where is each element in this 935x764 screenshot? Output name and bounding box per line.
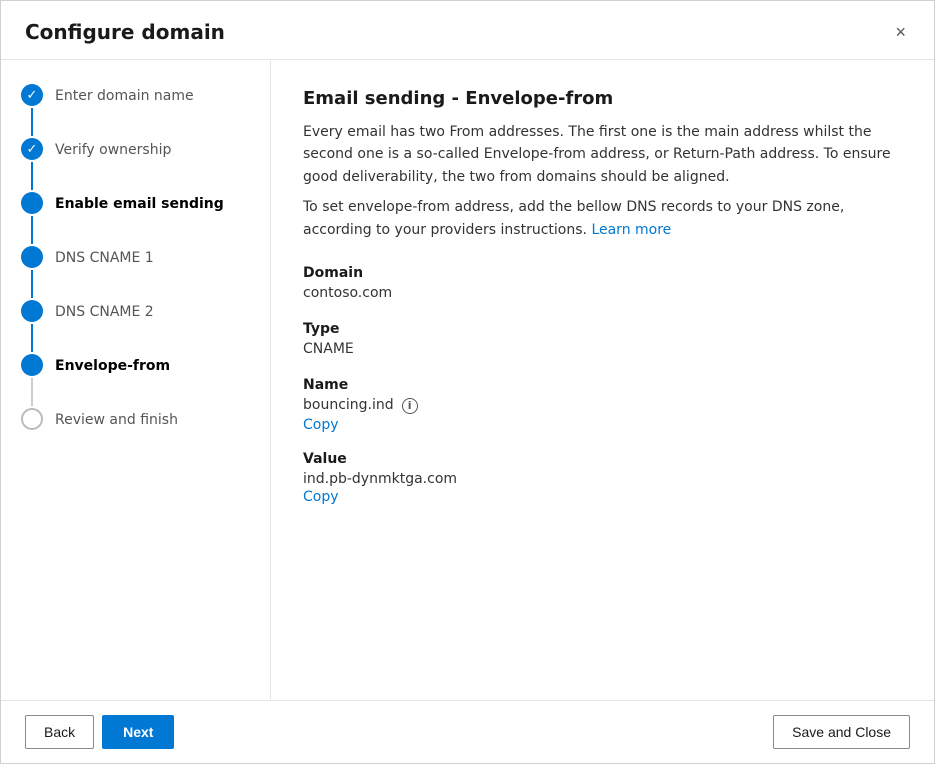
sidebar: ✓ Enter domain name ✓ Verify ownership [1,60,271,700]
step-indicator-review-finish [21,408,43,430]
step-label-dns-cname-2: DNS CNAME 2 [55,300,154,323]
save-close-button[interactable]: Save and Close [773,715,910,749]
field-domain-value: contoso.com [303,285,902,301]
step-line-1 [31,108,33,136]
field-domain: Domain contoso.com [303,265,902,303]
modal-footer: Back Next Save and Close [1,700,934,763]
content-description2: To set envelope-from address, add the be… [303,196,902,241]
sidebar-item-envelope-from[interactable]: Envelope-from [21,354,250,408]
step-circle-enable-email-sending [21,192,43,214]
step-circle-dns-cname-1 [21,246,43,268]
step-indicator-enter-domain: ✓ [21,84,43,138]
field-value-value: ind.pb-dynmktga.com [303,471,902,487]
next-button[interactable]: Next [102,715,174,749]
field-value-label: Value [303,451,902,467]
step-label-enable-email-sending: Enable email sending [55,192,224,215]
modal-title: Configure domain [25,20,225,44]
field-value: Value ind.pb-dynmktga.com Copy [303,451,902,505]
field-type-value: CNAME [303,341,902,357]
step-line-2 [31,162,33,190]
step-circle-review-finish [21,408,43,430]
footer-left-buttons: Back Next [25,715,174,749]
step-circle-dns-cname-2 [21,300,43,322]
info-icon: i [402,398,418,414]
step-line-5 [31,324,33,352]
field-domain-label: Domain [303,265,902,281]
step-line-6 [31,378,33,406]
modal-body: ✓ Enter domain name ✓ Verify ownership [1,60,934,700]
configure-domain-modal: Configure domain × ✓ Enter domain name [0,0,935,764]
sidebar-item-enable-email-sending[interactable]: Enable email sending [21,192,250,246]
step-indicator-enable-email-sending [21,192,43,246]
sidebar-item-dns-cname-1[interactable]: DNS CNAME 1 [21,246,250,300]
content-area: Email sending - Envelope-from Every emai… [271,60,934,700]
step-label-verify-ownership: Verify ownership [55,138,171,161]
step-line-4 [31,270,33,298]
close-button[interactable]: × [891,19,910,45]
copy-value-link[interactable]: Copy [303,489,902,505]
content-title: Email sending - Envelope-from [303,88,902,109]
field-name: Name bouncing.ind i Copy [303,377,902,433]
field-name-value-row: bouncing.ind i [303,397,902,415]
sidebar-item-enter-domain[interactable]: ✓ Enter domain name [21,84,250,138]
step-circle-enter-domain: ✓ [21,84,43,106]
sidebar-item-verify-ownership[interactable]: ✓ Verify ownership [21,138,250,192]
field-type-label: Type [303,321,902,337]
step-indicator-dns-cname-1 [21,246,43,300]
copy-name-link[interactable]: Copy [303,417,902,433]
modal-header: Configure domain × [1,1,934,60]
step-label-envelope-from: Envelope-from [55,354,170,377]
sidebar-item-dns-cname-2[interactable]: DNS CNAME 2 [21,300,250,354]
step-indicator-envelope-from [21,354,43,408]
content-description1: Every email has two From addresses. The … [303,121,902,188]
field-name-value: bouncing.ind [303,397,394,413]
step-circle-verify-ownership: ✓ [21,138,43,160]
field-name-label: Name [303,377,902,393]
step-indicator-verify-ownership: ✓ [21,138,43,192]
step-label-enter-domain: Enter domain name [55,84,194,107]
step-indicator-dns-cname-2 [21,300,43,354]
back-button[interactable]: Back [25,715,94,749]
field-type: Type CNAME [303,321,902,359]
content-description2-prefix: To set envelope-from address, add the be… [303,199,844,237]
step-line-3 [31,216,33,244]
learn-more-link[interactable]: Learn more [591,222,671,238]
sidebar-item-review-finish[interactable]: Review and finish [21,408,250,431]
step-label-dns-cname-1: DNS CNAME 1 [55,246,154,269]
step-circle-envelope-from [21,354,43,376]
step-label-review-finish: Review and finish [55,408,178,431]
